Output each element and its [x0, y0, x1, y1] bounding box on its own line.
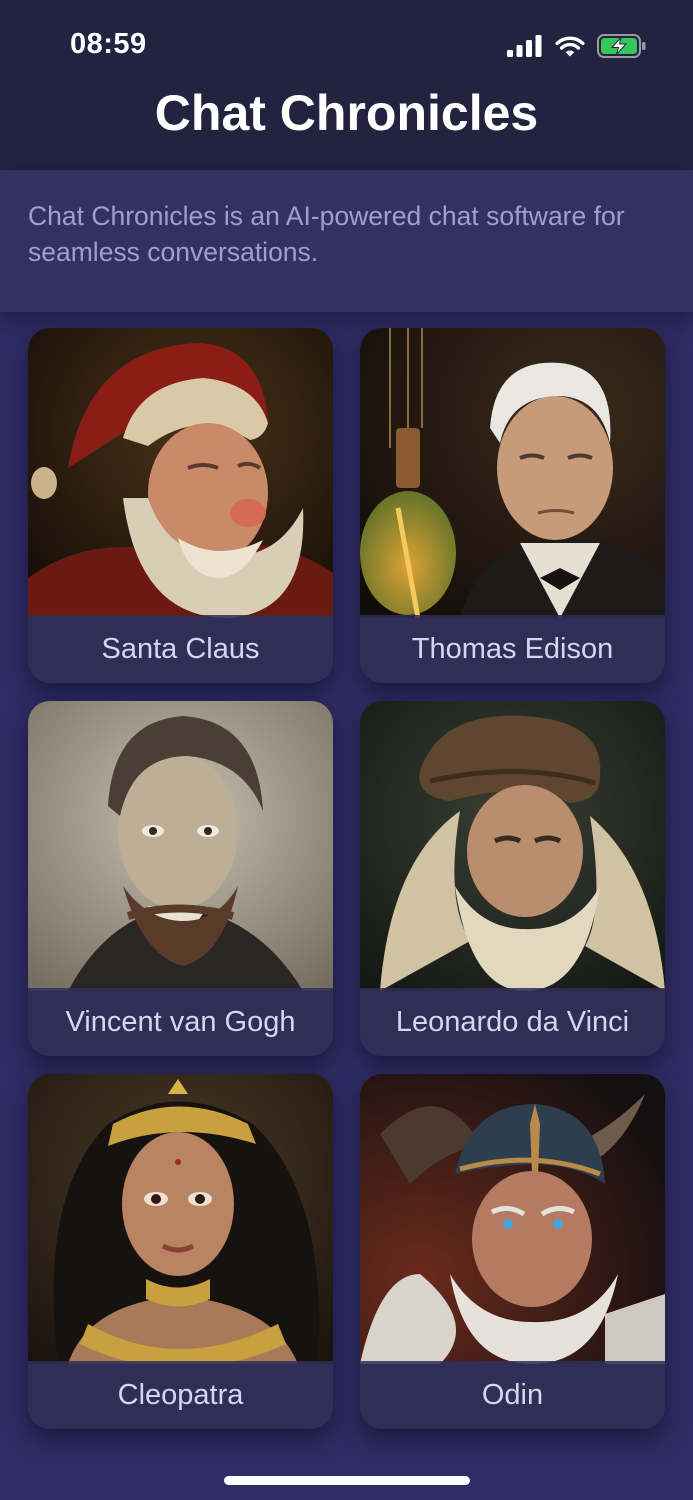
- santa-claus-portrait: [28, 328, 333, 618]
- odin-portrait: [360, 1074, 665, 1364]
- character-card-leonardo-da-vinci[interactable]: Leonardo da Vinci: [360, 701, 665, 1056]
- header-bar: 08:59 Chat Chronicles: [0, 0, 693, 170]
- description-banner: Chat Chronicles is an AI-powered chat so…: [0, 170, 693, 312]
- character-card-thomas-edison[interactable]: Thomas Edison: [360, 328, 665, 683]
- home-indicator[interactable]: [224, 1476, 470, 1485]
- character-card-santa-claus[interactable]: Santa Claus: [28, 328, 333, 683]
- battery-charging-icon: [597, 34, 646, 58]
- character-name: Odin: [360, 1361, 665, 1429]
- character-card-vincent-van-gogh[interactable]: Vincent van Gogh: [28, 701, 333, 1056]
- status-icons: [507, 32, 647, 60]
- character-card-cleopatra[interactable]: Cleopatra: [28, 1074, 333, 1429]
- cleopatra-portrait: [28, 1074, 333, 1364]
- character-name: Vincent van Gogh: [28, 988, 333, 1056]
- vincent-van-gogh-portrait: [28, 701, 333, 991]
- leonardo-da-vinci-portrait: [360, 701, 665, 991]
- character-name: Cleopatra: [28, 1361, 333, 1429]
- wifi-icon: [555, 36, 585, 57]
- cellular-signal-icon: [507, 35, 542, 57]
- character-name: Leonardo da Vinci: [360, 988, 665, 1056]
- character-card-odin[interactable]: Odin: [360, 1074, 665, 1429]
- app-screen: 08:59 Chat Chronicles Chat Chronicles is…: [0, 0, 693, 1500]
- character-grid: Santa Claus Thomas Edison Vincent van Go…: [28, 328, 665, 1429]
- status-time: 08:59: [70, 28, 147, 60]
- character-name: Thomas Edison: [360, 615, 665, 683]
- character-name: Santa Claus: [28, 615, 333, 683]
- thomas-edison-portrait: [360, 328, 665, 618]
- description-text: Chat Chronicles is an AI-powered chat so…: [28, 201, 625, 267]
- page-title: Chat Chronicles: [154, 85, 539, 141]
